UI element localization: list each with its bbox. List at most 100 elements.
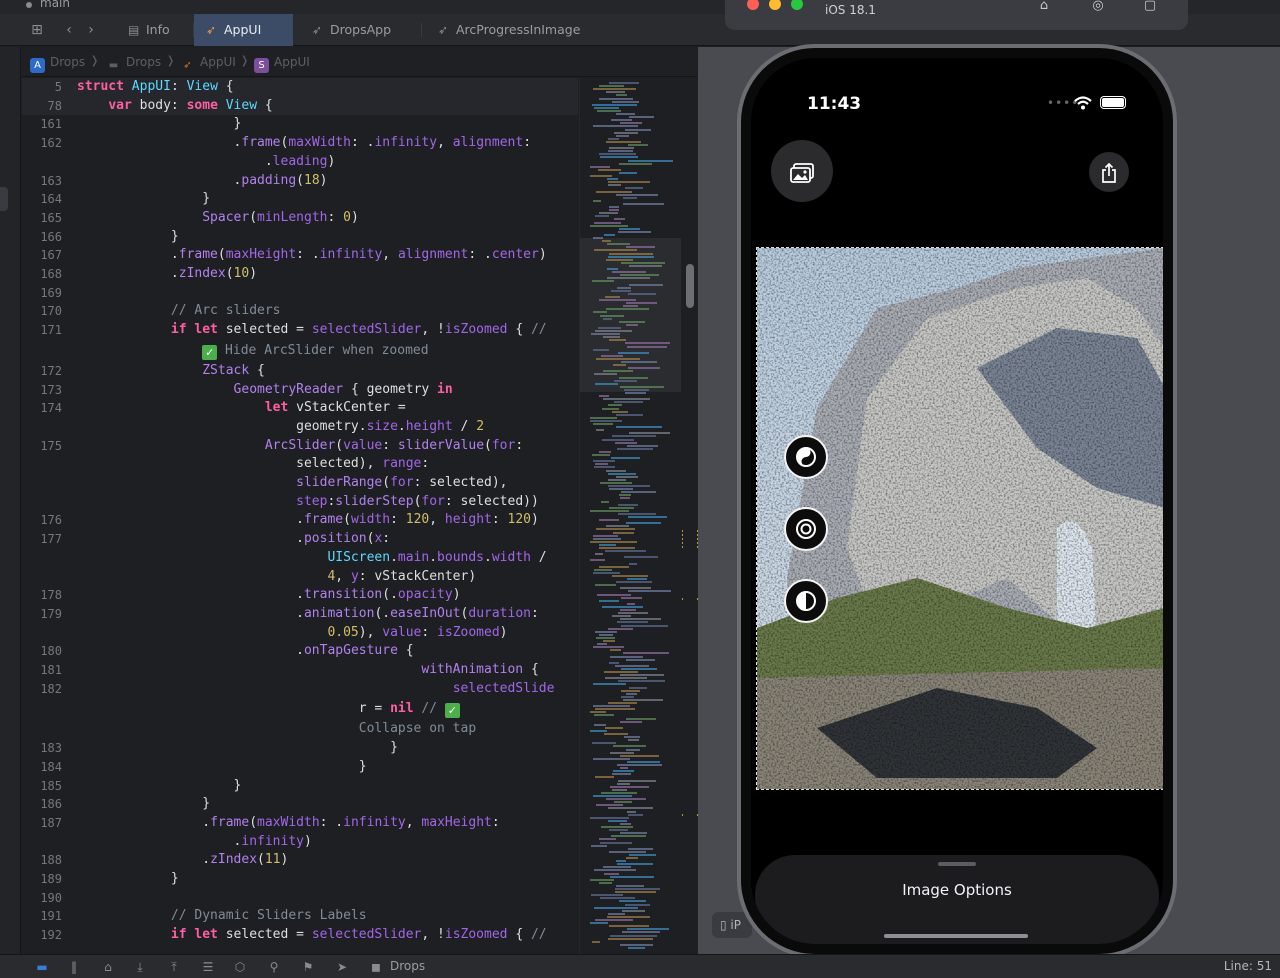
code-line[interactable]: .infinity) — [22, 833, 578, 852]
tab-arcprogressinimage[interactable]: ➶ ArcProgressInImage — [426, 14, 606, 46]
code-line[interactable]: step:sliderStep(for: selected)) — [22, 493, 578, 512]
back-icon[interactable]: ‹ — [60, 21, 78, 39]
code-line[interactable]: 170 // Arc sliders — [22, 302, 578, 321]
code-text[interactable]: var body: some View { — [77, 97, 272, 116]
code-text[interactable]: .frame(width: 120, height: 120) — [77, 511, 539, 530]
code-text[interactable]: .position(x: — [77, 530, 390, 549]
code-text[interactable]: struct AppUI: View { — [77, 78, 234, 97]
code-line[interactable]: 165 Spacer(minLength: 0) — [22, 209, 578, 228]
step-in-icon[interactable]: ⤓ — [132, 959, 148, 975]
code-line[interactable]: 190 — [22, 889, 578, 908]
code-text[interactable]: selectedSlide — [77, 680, 555, 699]
zoom-window-button[interactable] — [791, 0, 803, 10]
code-line[interactable]: 168 .zIndex(10) — [22, 265, 578, 284]
forward-icon[interactable]: › — [82, 21, 100, 39]
photo-picker-button[interactable] — [771, 140, 833, 202]
breadcrumb-folder[interactable]: ▬ Drops — [106, 54, 161, 71]
code-line[interactable]: 164 } — [22, 190, 578, 209]
code-line[interactable]: 182 selectedSlide — [22, 680, 578, 699]
code-line[interactable]: 188 .zIndex(11) — [22, 851, 578, 870]
home-indicator[interactable] — [884, 934, 1028, 938]
code-text[interactable]: if let selected = selectedSlider, !isZoo… — [77, 321, 547, 340]
pause-icon[interactable]: ‖ — [66, 959, 82, 975]
code-text[interactable]: .leading) — [77, 153, 335, 172]
code-text[interactable]: UIScreen.main.bounds.width / — [77, 549, 546, 568]
code-line[interactable]: 175 ArcSlider(value: sliderValue(for: — [22, 437, 578, 456]
home-icon[interactable]: ⌂ — [1033, 0, 1055, 14]
toggle-debug-area-icon[interactable]: ▬ — [34, 959, 50, 975]
close-window-button[interactable] — [747, 0, 759, 10]
code-text[interactable]: Spacer(minLength: 0) — [77, 209, 359, 228]
code-text[interactable]: r = nil // ✓ — [77, 698, 460, 720]
code-line[interactable]: 171 if let selected = selectedSlider, !i… — [22, 321, 578, 340]
code-line[interactable]: 172 ZStack { — [22, 362, 578, 381]
code-text[interactable]: .frame(maxWidth: .infinity, maxHeight: — [77, 814, 499, 833]
memory-graph-icon[interactable]: ⬡ — [232, 959, 248, 975]
code-line[interactable]: 4, y: vStackCenter) — [22, 568, 578, 587]
code-text[interactable]: } — [77, 795, 210, 814]
code-text[interactable]: .animation(.easeInOut(duration: — [77, 605, 539, 624]
code-text[interactable]: .infinity) — [77, 833, 312, 852]
code-text[interactable]: .frame(maxWidth: .infinity, alignment: — [77, 134, 531, 153]
code-editor[interactable]: 5 struct AppUI: View {78 var body: some V… — [22, 78, 578, 954]
code-text[interactable]: // Arc sliders — [77, 302, 281, 321]
code-line[interactable]: 189 } — [22, 870, 578, 889]
grid-icon[interactable]: ⊞ — [28, 21, 46, 39]
code-text[interactable]: } — [77, 115, 242, 134]
code-line[interactable]: selected), range: — [22, 455, 578, 474]
code-text[interactable]: } — [77, 190, 210, 209]
scheme-name[interactable]: Drops — [390, 959, 425, 973]
scrollbar-thumb[interactable] — [686, 264, 694, 308]
code-line[interactable]: 163 .padding(18) — [22, 172, 578, 191]
breadcrumb-symbol[interactable]: S AppUI — [254, 54, 310, 73]
code-line[interactable]: 187 .frame(maxWidth: .infinity, maxHeigh… — [22, 814, 578, 833]
code-line[interactable]: 173 GeometryReader { geometry in — [22, 381, 578, 400]
code-line[interactable]: 177 .position(x: — [22, 530, 578, 549]
code-text[interactable]: .zIndex(10) — [77, 265, 257, 284]
code-text[interactable]: } — [77, 758, 367, 777]
minimize-window-button[interactable] — [769, 0, 781, 10]
code-text[interactable]: } — [77, 777, 242, 796]
code-text[interactable]: let vStackCenter = — [77, 399, 406, 418]
editor-scrollbar[interactable] — [683, 78, 697, 954]
radius-slider-button[interactable] — [784, 507, 828, 551]
code-line[interactable]: Collapse on tap — [22, 720, 578, 739]
code-line[interactable]: 192 if let selected = selectedSlider, !i… — [22, 926, 578, 945]
effect-slider-button[interactable] — [784, 435, 828, 479]
code-text[interactable]: step:sliderStep(for: selected)) — [77, 493, 539, 512]
breadcrumb-file[interactable]: ➶ AppUI — [180, 54, 235, 71]
code-text[interactable]: .zIndex(11) — [77, 851, 288, 870]
code-line[interactable]: r = nil // ✓ — [22, 698, 578, 720]
simulate-location-icon[interactable]: ⚑ — [300, 959, 316, 975]
code-text[interactable]: geometry.size.height / 2 — [77, 418, 484, 437]
sticky-header-line[interactable]: 78 var body: some View { — [22, 96, 578, 116]
code-line[interactable]: 180 .onTapGesture { — [22, 642, 578, 661]
code-text[interactable]: 0.05), value: isZoomed) — [77, 624, 507, 643]
sticky-header-line[interactable]: 5 struct AppUI: View { — [22, 78, 578, 97]
code-text[interactable]: Collapse on tap — [77, 720, 476, 739]
code-text[interactable]: GeometryReader { geometry in — [77, 381, 453, 400]
minimap[interactable] — [579, 78, 698, 954]
screenshot-icon[interactable]: ◎ — [1087, 0, 1109, 14]
code-text[interactable]: .transition(.opacity) — [77, 586, 460, 605]
code-line[interactable]: sliderRange(for: selected), — [22, 474, 578, 493]
code-line[interactable]: geometry.size.height / 2 — [22, 418, 578, 437]
scheme-icon[interactable]: ◼ — [368, 959, 384, 975]
code-text[interactable]: } — [77, 739, 398, 758]
share-button[interactable] — [1089, 152, 1129, 192]
code-line[interactable]: UIScreen.main.bounds.width / — [22, 549, 578, 568]
code-line[interactable]: 191 // Dynamic Sliders Labels — [22, 907, 578, 926]
image-options-sheet[interactable]: Image Options — [755, 855, 1159, 944]
code-line[interactable]: 183 } — [22, 739, 578, 758]
contrast-slider-button[interactable] — [784, 579, 828, 623]
code-line[interactable]: 176 .frame(width: 120, height: 120) — [22, 511, 578, 530]
code-text[interactable]: } — [77, 228, 179, 247]
environment-icon[interactable]: ⚲ — [266, 959, 282, 975]
tab-appui[interactable]: ➶ AppUI — [194, 14, 293, 46]
code-line[interactable]: 178 .transition(.opacity) — [22, 586, 578, 605]
rotate-icon[interactable]: ▢ — [1139, 0, 1161, 14]
tab-dropsapp[interactable]: ➶ DropsApp — [300, 14, 422, 46]
code-text[interactable]: ArcSlider(value: sliderValue(for: — [77, 437, 523, 456]
code-line[interactable]: 166 } — [22, 228, 578, 247]
tab-info[interactable]: ▤ Info — [116, 14, 194, 46]
